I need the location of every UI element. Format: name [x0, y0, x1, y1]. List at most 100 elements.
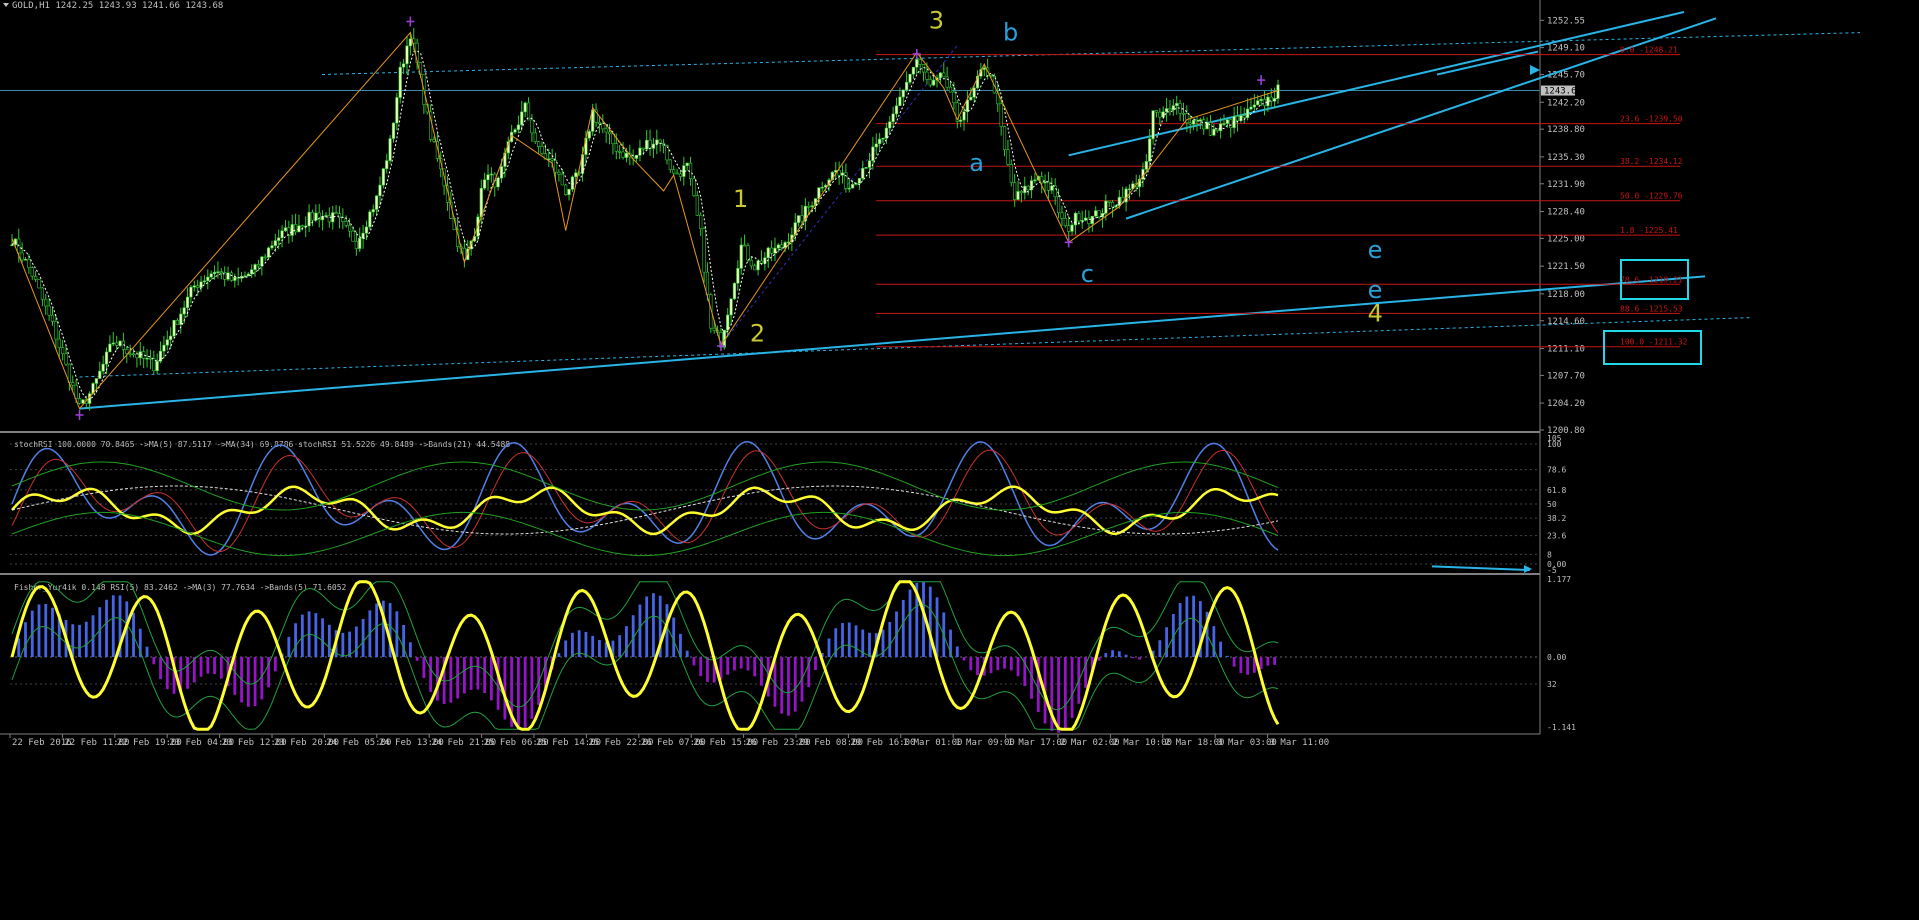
fisher-bar-up: [17, 638, 21, 657]
fisher-tick-label: 1.177: [1547, 575, 1571, 584]
bull-candle: [729, 298, 733, 316]
fisher-bar-down: [186, 657, 189, 689]
fisher-bar-down: [253, 657, 257, 707]
bull-candle: [273, 240, 277, 246]
fisher-bar-down: [233, 657, 237, 695]
bear-candle: [530, 119, 534, 134]
chart-window[interactable]: GOLD,H1 1242.25 1243.93 1241.66 1243.68 1…: [0, 0, 1919, 920]
fisher-bar-up: [564, 640, 568, 657]
bull-candle: [567, 189, 571, 196]
price-tick-label: 1228.40: [1547, 208, 1585, 218]
fisher-bar-down: [503, 657, 507, 720]
bull-candle: [375, 195, 379, 210]
bear-candle: [942, 72, 946, 78]
bull-candle: [884, 127, 888, 139]
bull-candle: [1161, 111, 1165, 118]
fisher-bar-down: [1070, 657, 1074, 718]
fisher-bar-down: [699, 657, 703, 677]
price-tick-label: 1231.90: [1547, 180, 1585, 190]
wave-label: 2: [750, 319, 765, 347]
wave-label: 1: [733, 185, 748, 213]
bear-candle: [175, 320, 180, 325]
arrow-head-icon: [1530, 65, 1540, 75]
fisher-bar-up: [685, 650, 689, 657]
bull-candle: [1094, 210, 1098, 217]
bear-candle: [1154, 110, 1159, 113]
fisher-bar-up: [321, 618, 324, 657]
bear-candle: [347, 225, 352, 232]
bear-candle: [57, 338, 61, 348]
bear-candle: [115, 342, 119, 346]
lower-trendline: [79, 275, 1706, 410]
bear-candle: [618, 151, 622, 153]
bear-candle: [1235, 116, 1240, 121]
stoch-tick-label: 78.6: [1547, 466, 1566, 475]
bull-candle: [797, 215, 801, 223]
wave-label: c: [1081, 260, 1094, 288]
fisher-bar-down: [1266, 657, 1270, 666]
fisher-bar-down: [1003, 657, 1006, 669]
bull-candle: [547, 158, 551, 161]
bull-candle: [685, 162, 689, 166]
bull-candle: [736, 268, 740, 284]
bull-candle: [766, 247, 770, 259]
price-tick-label: 1245.70: [1547, 71, 1585, 81]
price-tick-label: 1221.50: [1547, 262, 1585, 272]
bull-candle: [915, 59, 919, 68]
bull-candle: [314, 212, 318, 221]
bull-candle: [1127, 188, 1132, 191]
bull-candle: [479, 187, 483, 218]
bull-candle: [851, 184, 855, 189]
bear-candle: [1188, 122, 1192, 125]
wave-label: e: [1368, 236, 1383, 264]
bull-candle: [905, 81, 909, 91]
bear-candle: [742, 244, 747, 247]
fisher-panel: Fisher_Yur4ik 0.148 RSI(5) 83.2462 ->MA(…: [10, 575, 1576, 733]
fisher-bar-down: [483, 657, 487, 694]
fisher-bar-up: [105, 599, 108, 657]
fib-level-label: 0.0 -1248.21: [1620, 46, 1678, 55]
bear-candle: [560, 173, 564, 186]
dotted-blue-line: [720, 44, 959, 346]
bull-candle: [1259, 98, 1263, 101]
price-tick-label: 1235.30: [1547, 153, 1585, 163]
bear-candle: [641, 147, 645, 150]
bull-candle: [192, 285, 196, 288]
bear-candle: [300, 225, 304, 228]
bull-candle: [726, 314, 730, 331]
bull-candle: [405, 45, 409, 65]
bull-candle: [391, 122, 396, 139]
fisher-bar-down: [969, 657, 973, 671]
bear-candle: [1067, 225, 1071, 232]
price-tick-label: 1214.60: [1547, 317, 1585, 327]
bull-candle: [523, 102, 527, 113]
bear-candle: [50, 314, 55, 322]
bear-candle: [432, 139, 436, 142]
chart-svg[interactable]: GOLD,H1 1242.25 1243.93 1241.66 1243.68 1…: [0, 0, 1919, 920]
bull-candle: [199, 281, 203, 288]
fisher-bar-up: [1185, 596, 1189, 657]
bear-candle: [344, 221, 348, 226]
bull-candle: [307, 212, 311, 227]
bull-candle: [185, 296, 190, 308]
bull-candle: [516, 124, 520, 130]
bear-candle: [928, 79, 932, 86]
fisher-bar-up: [935, 597, 939, 657]
fisher-bar-down: [1259, 657, 1263, 669]
bull-candle: [361, 232, 365, 239]
fisher-yellow-line: [10, 580, 1280, 731]
fisher-bar-up: [1111, 650, 1114, 657]
fisher-bar-down: [996, 657, 1000, 671]
bear-candle: [1056, 196, 1061, 214]
bear-candle: [256, 264, 261, 267]
bull-candle: [266, 247, 271, 258]
stoch-band-lower: [11, 511, 1279, 557]
fisher-header: Fisher_Yur4ik 0.148 RSI(5) 83.2462 ->MA(…: [14, 583, 347, 592]
symbol-header: GOLD,H1 1242.25 1243.93 1241.66 1243.68: [3, 1, 223, 11]
bear-candle: [999, 103, 1003, 127]
stochrsi-panel: stochRSI 100.0000 70.8465 ->MA(5) 87.511…: [10, 434, 1566, 575]
bull-candle: [982, 67, 986, 70]
bear-candle: [712, 327, 716, 331]
bull-candle: [881, 137, 885, 140]
bear-candle: [1053, 185, 1057, 198]
